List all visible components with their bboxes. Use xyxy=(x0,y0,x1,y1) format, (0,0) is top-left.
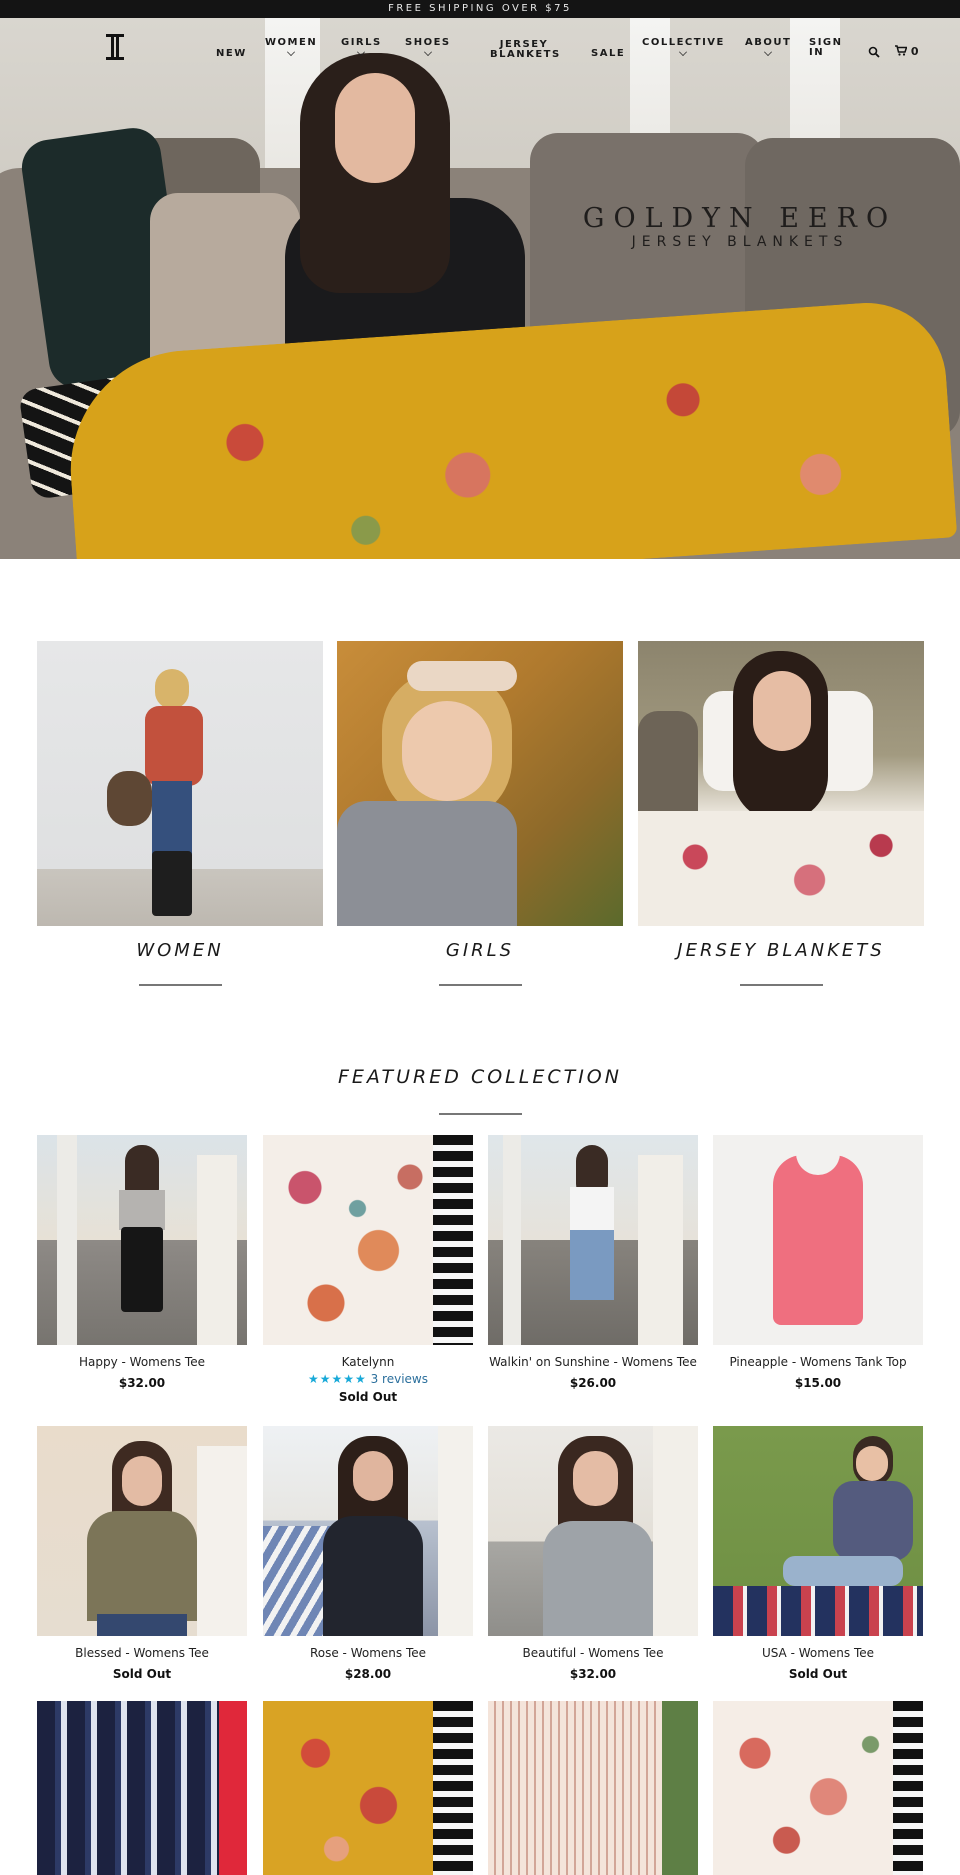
product-image[interactable] xyxy=(713,1135,923,1345)
star-rating-icon: ★★★★★ xyxy=(307,1372,367,1386)
nav-collective-label: COLLECTIVE xyxy=(642,37,725,48)
product-card[interactable]: Blessed - Womens Tee Sold Out xyxy=(37,1426,247,1681)
nav-women-label: WOMEN xyxy=(265,37,318,48)
product-card[interactable]: Beautiful - Womens Tee $32.00 xyxy=(488,1426,698,1681)
collection-divider xyxy=(138,984,222,986)
cart-button[interactable]: 0 xyxy=(895,45,919,58)
nav-shoes[interactable]: SHOES xyxy=(405,38,451,56)
product-card[interactable] xyxy=(263,1701,473,1875)
nav-new-label: NEW xyxy=(216,48,247,59)
nav-girls-label: GIRLS xyxy=(341,37,382,48)
chevron-down-icon xyxy=(764,48,773,56)
nav-sign-in[interactable]: SIGN IN xyxy=(809,38,843,58)
nav-girls[interactable]: GIRLS xyxy=(341,38,382,56)
product-price: $32.00 xyxy=(569,1667,617,1681)
cart-count: 0 xyxy=(910,45,919,58)
product-image[interactable] xyxy=(488,1135,698,1345)
collection-title-jersey-blankets[interactable]: JERSEY BLANKETS xyxy=(638,940,924,961)
hero-brand-name: GOLDYN EERO xyxy=(582,203,898,234)
collection-card-jersey-blankets[interactable]: JERSEY BLANKETS xyxy=(638,641,924,986)
product-name[interactable]: Blessed - Womens Tee xyxy=(37,1646,247,1660)
product-name[interactable]: USA - Womens Tee xyxy=(713,1646,923,1660)
product-image[interactable] xyxy=(713,1426,923,1636)
product-card[interactable]: Walkin' on Sunshine - Womens Tee $26.00 xyxy=(488,1135,698,1390)
nav-collective[interactable]: COLLECTIVE xyxy=(642,38,725,56)
product-name[interactable]: Happy - Womens Tee xyxy=(37,1355,247,1369)
product-reviews[interactable]: 3 reviews xyxy=(371,1372,428,1386)
product-price: Sold Out xyxy=(112,1667,172,1681)
product-card[interactable]: Happy - Womens Tee $32.00 xyxy=(37,1135,247,1390)
nav-new[interactable]: NEW xyxy=(216,49,247,59)
featured-divider xyxy=(439,1113,522,1115)
product-card[interactable]: Rose - Womens Tee $28.00 xyxy=(263,1426,473,1681)
chevron-down-icon xyxy=(679,48,688,56)
collection-divider xyxy=(739,984,823,986)
nav-jersey-blankets-label: JERSEY BLANKETS xyxy=(490,39,561,60)
product-card[interactable]: Katelynn ★★★★★ 3 reviews Sold Out xyxy=(263,1135,473,1404)
product-price: $26.00 xyxy=(569,1376,617,1390)
nav-about[interactable]: ABOUT xyxy=(745,38,791,56)
chevron-down-icon xyxy=(287,48,296,56)
product-card[interactable]: USA - Womens Tee Sold Out xyxy=(713,1426,923,1681)
hero-model-face xyxy=(335,73,415,183)
collection-title-girls[interactable]: GIRLS xyxy=(337,940,623,961)
main-nav: NEW WOMEN GIRLS SHOES JERSEY BLANKETS SA… xyxy=(0,18,960,78)
hero-brand-tagline: JERSEY BLANKETS xyxy=(631,234,849,250)
chevron-down-icon xyxy=(423,48,432,56)
nav-sale-label: SALE xyxy=(591,48,626,59)
product-image[interactable] xyxy=(37,1135,247,1345)
hero-banner[interactable]: GOLDYN EERO JERSEY BLANKETS xyxy=(0,18,960,559)
product-image[interactable] xyxy=(37,1701,247,1875)
product-name[interactable]: Pineapple - Womens Tank Top xyxy=(713,1355,923,1369)
product-image[interactable] xyxy=(713,1701,923,1875)
product-image[interactable] xyxy=(263,1426,473,1636)
product-name[interactable]: Beautiful - Womens Tee xyxy=(488,1646,698,1660)
product-card[interactable] xyxy=(37,1701,247,1875)
collection-divider xyxy=(438,984,522,986)
collection-card-girls[interactable]: GIRLS xyxy=(337,641,623,986)
nav-women[interactable]: WOMEN xyxy=(265,38,317,56)
logo-icon[interactable] xyxy=(104,32,126,62)
product-price: $32.00 xyxy=(118,1376,166,1390)
product-card[interactable] xyxy=(488,1701,698,1875)
nav-about-label: ABOUT xyxy=(745,37,792,48)
nav-sign-in-label: SIGN IN xyxy=(809,37,843,58)
cart-icon xyxy=(895,45,908,56)
product-price: $15.00 xyxy=(794,1376,842,1390)
product-image[interactable] xyxy=(263,1135,473,1345)
product-price: Sold Out xyxy=(788,1667,848,1681)
product-card[interactable] xyxy=(713,1701,923,1875)
hero-brand: GOLDYN EERO JERSEY BLANKETS xyxy=(560,203,920,250)
featured-collection-title: FEATURED COLLECTION xyxy=(338,1066,622,1088)
collection-title-women[interactable]: WOMEN xyxy=(37,940,323,961)
collection-image-women[interactable] xyxy=(37,641,323,926)
product-image[interactable] xyxy=(488,1701,698,1875)
product-image[interactable] xyxy=(37,1426,247,1636)
product-image[interactable] xyxy=(263,1701,473,1875)
product-image[interactable] xyxy=(488,1426,698,1636)
search-icon[interactable] xyxy=(868,46,880,58)
product-name[interactable]: Walkin' on Sunshine - Womens Tee xyxy=(488,1355,698,1369)
chevron-down-icon xyxy=(357,48,366,56)
nav-sale[interactable]: SALE xyxy=(591,49,625,59)
product-price: Sold Out xyxy=(338,1390,398,1404)
product-price: $28.00 xyxy=(344,1667,392,1681)
product-name[interactable]: Rose - Womens Tee xyxy=(263,1646,473,1660)
announcement-bar: FREE SHIPPING OVER $75 xyxy=(0,0,960,18)
product-name[interactable]: Katelynn xyxy=(263,1355,473,1369)
product-card[interactable]: Pineapple - Womens Tank Top $15.00 xyxy=(713,1135,923,1390)
collection-image-girls[interactable] xyxy=(337,641,623,926)
product-rating: ★★★★★ 3 reviews xyxy=(263,1372,473,1386)
nav-shoes-label: SHOES xyxy=(405,37,451,48)
collection-card-women[interactable]: WOMEN xyxy=(37,641,323,986)
collection-image-jersey-blankets[interactable] xyxy=(638,641,924,926)
nav-jersey-blankets[interactable]: JERSEY BLANKETS xyxy=(490,39,561,60)
